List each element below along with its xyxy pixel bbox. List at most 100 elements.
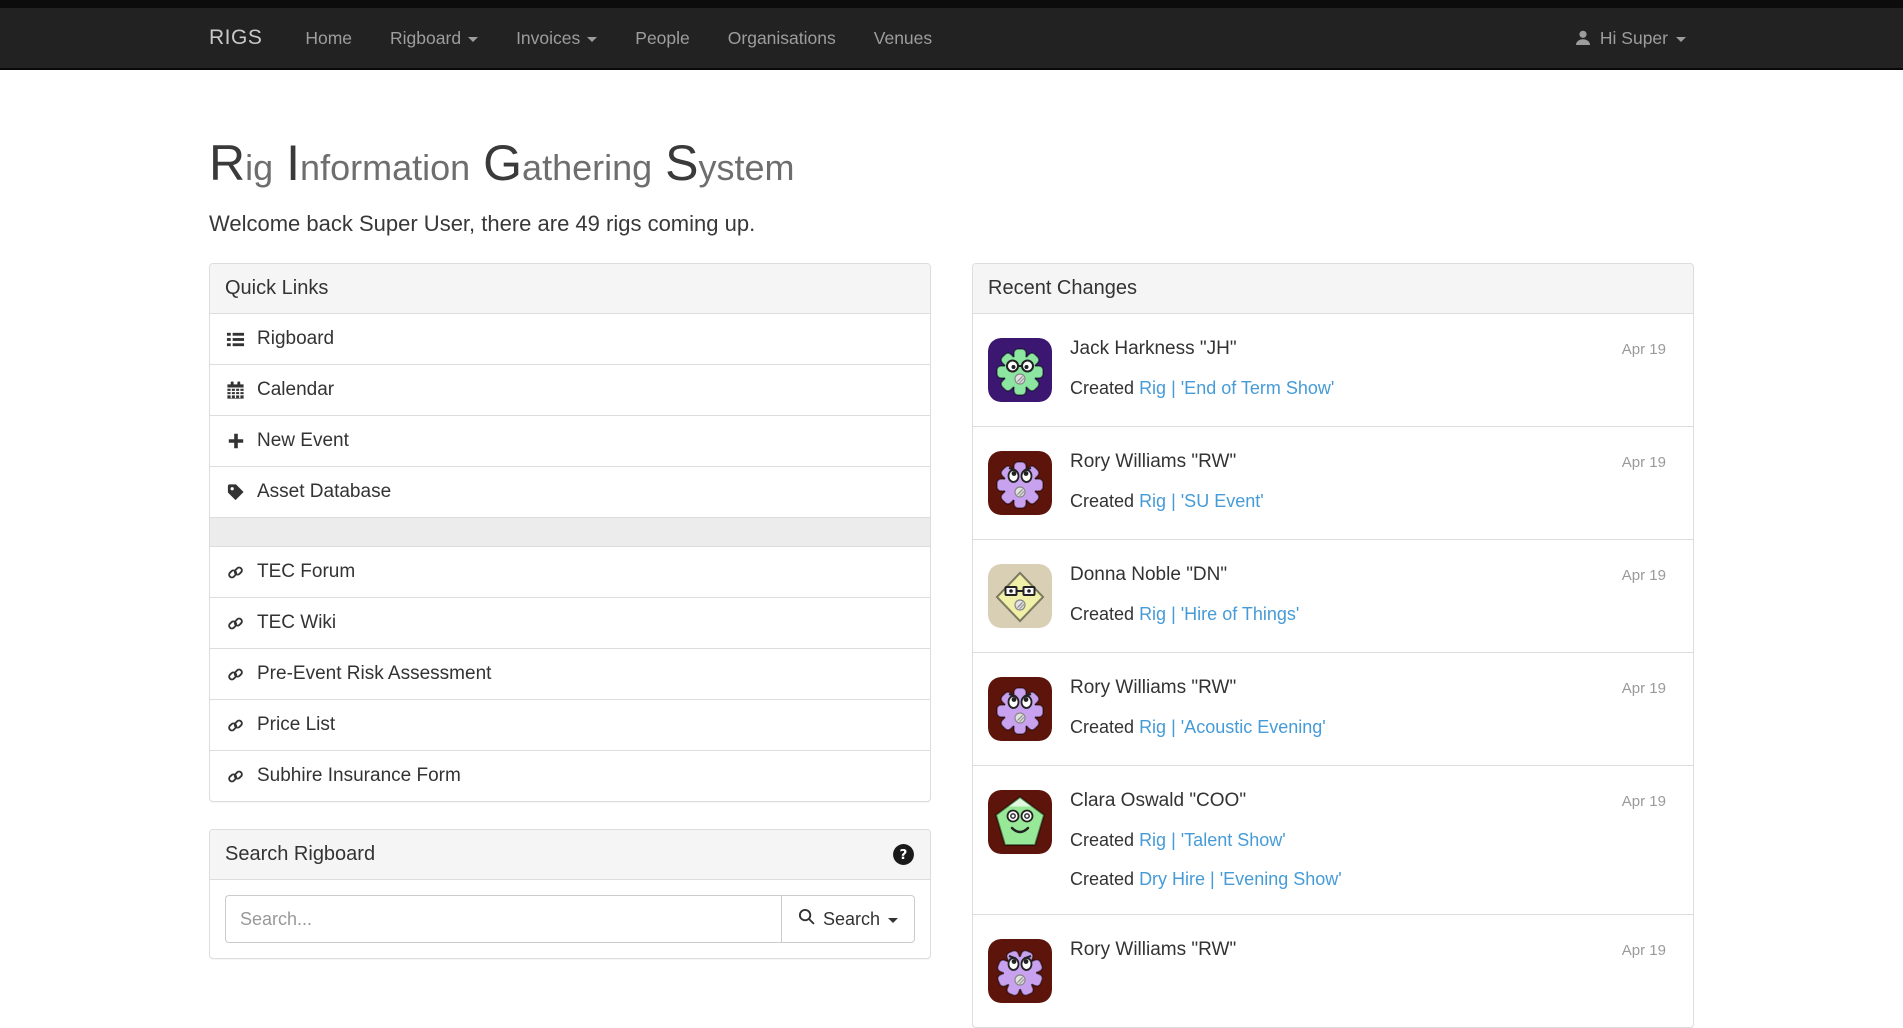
quick-link-asset-database[interactable]: Asset Database (210, 466, 930, 517)
navbar: RIGS Home Rigboard Invoices People Organisat… (0, 8, 1903, 70)
search-panel-body: Search (210, 880, 930, 958)
avatar (988, 790, 1052, 854)
window-top-strip (0, 0, 1903, 8)
recent-change-item: Clara Oswald "COO"Apr 19Created Rig | 'T… (973, 765, 1693, 914)
quick-link-label: Asset Database (257, 481, 391, 503)
main-nav: Home Rigboard Invoices People Organisations V… (286, 8, 951, 68)
person-name: Rory Williams "RW" (1070, 939, 1236, 961)
quick-link-label: TEC Wiki (257, 612, 336, 634)
quick-link-label: Rigboard (257, 328, 334, 350)
nav-item-home[interactable]: Home (286, 8, 371, 68)
plus-icon (225, 432, 246, 450)
recent-changes-panel: Recent Changes Jack Harkness "JH"Apr 19C… (972, 263, 1694, 1028)
search-icon (798, 908, 815, 930)
action-verb: Created (1070, 491, 1134, 511)
change-date: Apr 19 (1622, 564, 1666, 584)
quick-links-panel: Quick Links Rigboard Calendar New Event Ass… (209, 263, 931, 802)
list-separator (210, 517, 930, 546)
search-input-group: Search (225, 895, 915, 943)
question-circle-icon[interactable]: ? (892, 843, 915, 866)
change-date: Apr 19 (1622, 939, 1666, 959)
quick-link-pre-event-risk-assessment[interactable]: Pre-Event Risk Assessment (210, 648, 930, 699)
nav-item-people[interactable]: People (616, 8, 709, 68)
user-menu-button[interactable]: Hi Super (1566, 8, 1694, 68)
change-link[interactable]: Rig | 'Talent Show' (1139, 830, 1286, 850)
avatar (988, 564, 1052, 628)
tag-icon (225, 483, 246, 502)
recent-changes-heading: Recent Changes (973, 264, 1693, 314)
chevron-down-icon (1676, 37, 1686, 42)
recent-changes-title: Recent Changes (988, 277, 1137, 300)
action-verb: Created (1070, 378, 1134, 398)
recent-change-item: Jack Harkness "JH"Apr 19Created Rig | 'E… (973, 314, 1693, 426)
nav-item-label: Rigboard (390, 28, 461, 49)
avatar (988, 451, 1052, 515)
nav-item-label: Home (305, 28, 352, 49)
change-action: Created Rig | 'SU Event' (1070, 491, 1678, 512)
nav-item-label: Invoices (516, 28, 580, 49)
user-menu-label: Hi Super (1600, 28, 1668, 49)
quick-link-label: Calendar (257, 379, 334, 401)
quick-link-tec-wiki[interactable]: TEC Wiki (210, 597, 930, 648)
title-word: Information (286, 151, 470, 187)
change-link[interactable]: Rig | 'End of Term Show' (1139, 378, 1334, 398)
search-button[interactable]: Search (781, 895, 915, 943)
svg-text:?: ? (900, 847, 908, 863)
person-name: Rory Williams "RW" (1070, 677, 1236, 699)
search-rigboard-title: Search Rigboard (225, 843, 375, 866)
quick-link-price-list[interactable]: Price List (210, 699, 930, 750)
quick-links-title: Quick Links (225, 277, 328, 300)
link-icon (225, 563, 246, 582)
change-date: Apr 19 (1622, 790, 1666, 810)
quick-link-label: Pre-Event Risk Assessment (257, 663, 491, 685)
welcome-message: Welcome back Super User, there are 49 ri… (209, 211, 1694, 237)
user-icon (1574, 29, 1592, 47)
quick-link-label: New Event (257, 430, 349, 452)
quick-links-list: Rigboard Calendar New Event Asset Database T… (210, 314, 930, 801)
title-word: Rig (209, 151, 273, 187)
quick-link-rigboard[interactable]: Rigboard (210, 314, 930, 364)
change-date: Apr 19 (1622, 451, 1666, 471)
change-link[interactable]: Dry Hire | 'Evening Show' (1139, 869, 1342, 889)
change-action: Created Dry Hire | 'Evening Show' (1070, 869, 1678, 890)
action-verb: Created (1070, 717, 1134, 737)
change-date: Apr 19 (1622, 677, 1666, 697)
quick-link-calendar[interactable]: Calendar (210, 364, 930, 415)
search-rigboard-panel: Search Rigboard ? Search (209, 829, 931, 959)
chevron-down-icon (587, 37, 597, 42)
avatar (988, 338, 1052, 402)
brand-link[interactable]: RIGS (209, 8, 262, 68)
action-verb: Created (1070, 604, 1134, 624)
change-action: Created Rig | 'End of Term Show' (1070, 378, 1678, 399)
quick-link-label: Subhire Insurance Form (257, 765, 461, 787)
quick-link-label: Price List (257, 714, 335, 736)
nav-item-rigboard[interactable]: Rigboard (371, 8, 497, 68)
nav-item-organisations[interactable]: Organisations (709, 8, 855, 68)
action-verb: Created (1070, 869, 1134, 889)
calendar-icon (225, 381, 246, 400)
quick-link-new-event[interactable]: New Event (210, 415, 930, 466)
link-icon (225, 716, 246, 735)
nav-item-label: Organisations (728, 28, 836, 49)
page-title: RigInformationGatheringSystem (209, 136, 1694, 191)
change-link[interactable]: Rig | 'Hire of Things' (1139, 604, 1299, 624)
chevron-down-icon (888, 918, 898, 923)
change-link[interactable]: Rig | 'SU Event' (1139, 491, 1264, 511)
quick-links-heading: Quick Links (210, 264, 930, 314)
quick-link-tec-forum[interactable]: TEC Forum (210, 546, 930, 597)
link-icon (225, 665, 246, 684)
search-rigboard-heading: Search Rigboard ? (210, 830, 930, 880)
person-name: Rory Williams "RW" (1070, 451, 1236, 473)
recent-change-item: Donna Noble "DN"Apr 19Created Rig | 'Hir… (973, 539, 1693, 652)
change-link[interactable]: Rig | 'Acoustic Evening' (1139, 717, 1326, 737)
avatar (988, 939, 1052, 1003)
nav-item-venues[interactable]: Venues (855, 8, 951, 68)
recent-change-item: Rory Williams "RW" Apr 19 Created Rig | 'S… (973, 426, 1693, 539)
quick-link-label: TEC Forum (257, 561, 355, 583)
recent-change-item: Rory Williams "RW" Apr 19 Created Rig | 'A… (973, 652, 1693, 765)
recent-change-item: Rory Williams "RW" Apr 19 (973, 914, 1693, 1027)
search-input[interactable] (225, 895, 781, 943)
quick-link-subhire-insurance-form[interactable]: Subhire Insurance Form (210, 750, 930, 801)
nav-item-invoices[interactable]: Invoices (497, 8, 616, 68)
title-word: System (665, 151, 794, 187)
